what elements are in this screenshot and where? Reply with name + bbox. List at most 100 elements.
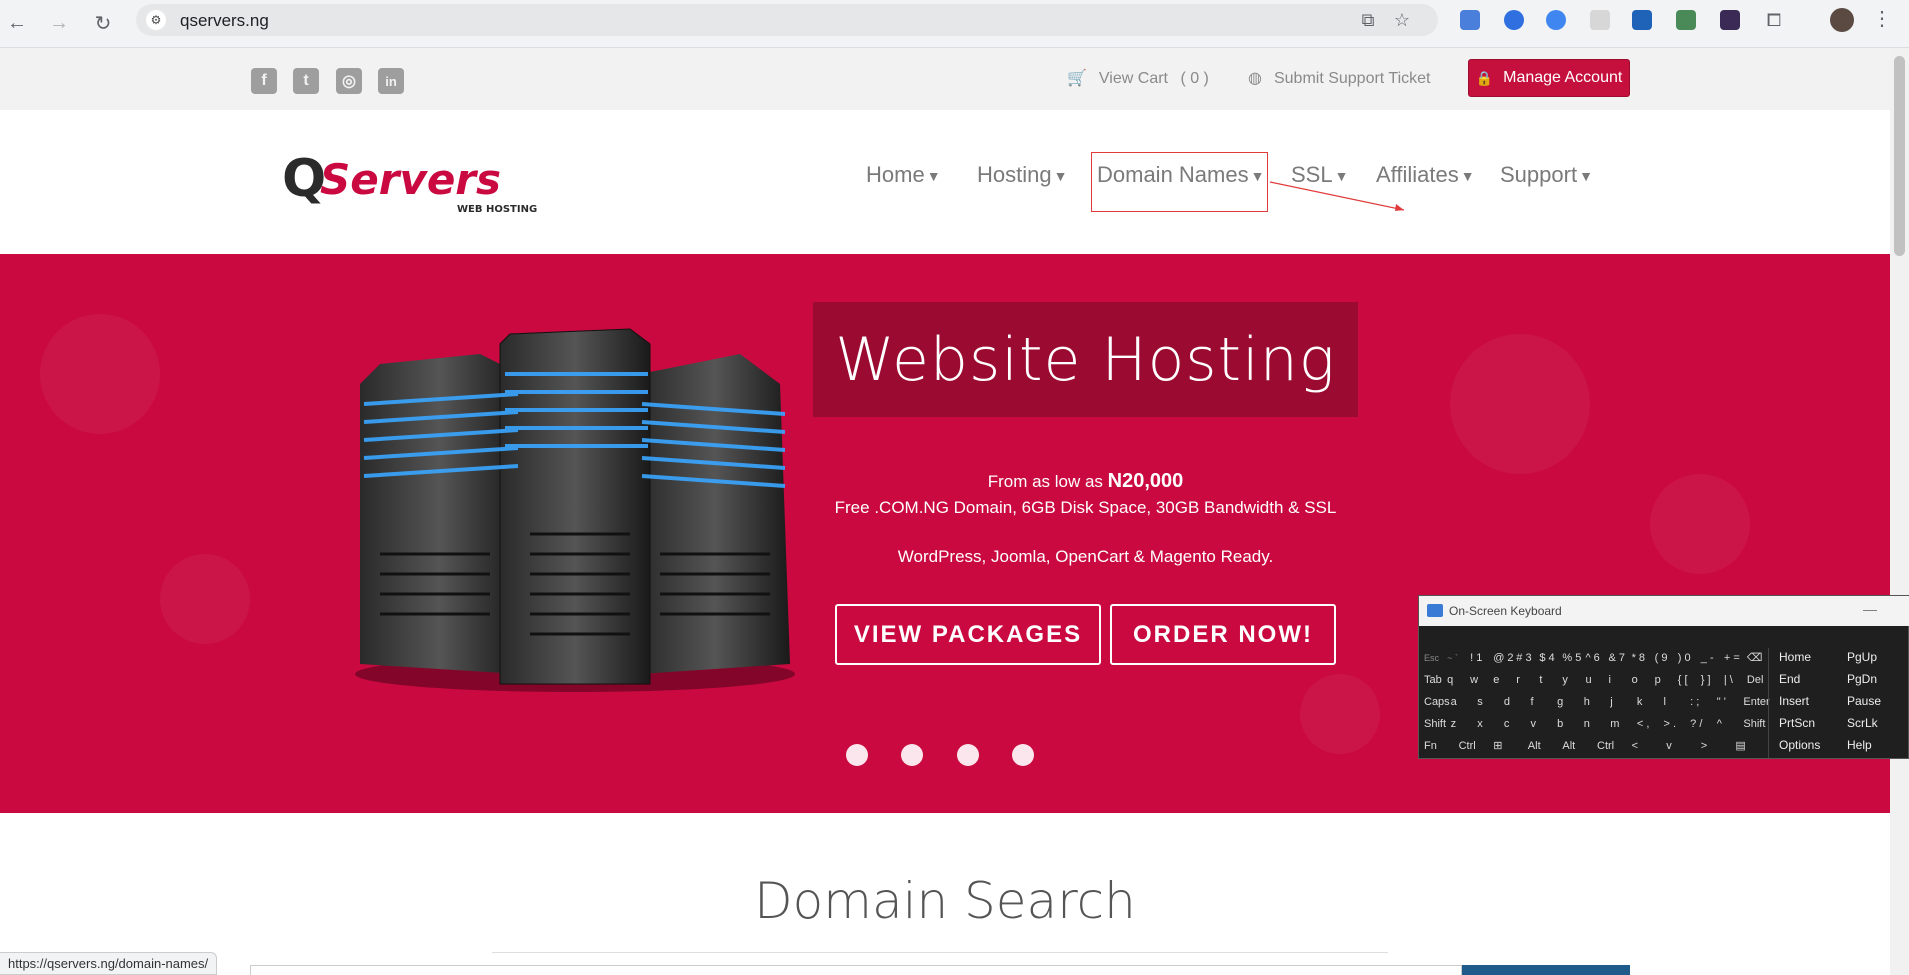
osk-key[interactable]: ( 9 bbox=[1652, 648, 1668, 668]
osk-key[interactable]: k bbox=[1634, 692, 1643, 712]
osk-key[interactable]: { [ bbox=[1675, 670, 1688, 690]
osk-key[interactable]: Ctrl bbox=[1456, 736, 1476, 756]
osk-key[interactable]: t bbox=[1536, 670, 1542, 690]
extensions-puzzle-icon[interactable]: ⧠ bbox=[1764, 10, 1784, 30]
osk-key[interactable]: z bbox=[1448, 714, 1457, 734]
osk-key[interactable]: e bbox=[1490, 670, 1499, 690]
osk-key[interactable]: Ctrl bbox=[1594, 736, 1614, 756]
osk-key[interactable]: ! 1 bbox=[1467, 648, 1482, 668]
osk-key[interactable]: > . bbox=[1661, 714, 1677, 734]
nav-hosting[interactable]: Hosting ▼ bbox=[977, 162, 1067, 188]
twitter-icon[interactable]: t bbox=[293, 68, 319, 94]
osk-nav-key[interactable]: Help bbox=[1847, 738, 1872, 752]
osk-nav-key[interactable]: ScrLk bbox=[1847, 716, 1878, 730]
osk-key[interactable]: l bbox=[1661, 692, 1666, 712]
osk-key[interactable]: g bbox=[1554, 692, 1563, 712]
carousel-dot[interactable] bbox=[901, 744, 923, 766]
domain-search-input[interactable] bbox=[250, 965, 1462, 975]
osk-key[interactable]: ~ ` bbox=[1444, 648, 1458, 668]
osk-key[interactable]: # 3 bbox=[1513, 648, 1531, 668]
osk-key[interactable]: | \ bbox=[1721, 670, 1733, 690]
address-bar[interactable]: ⚙ qservers.ng ⧉ ☆ bbox=[136, 4, 1438, 36]
osk-key[interactable]: > bbox=[1698, 736, 1707, 756]
profile-avatar[interactable] bbox=[1830, 8, 1854, 32]
back-icon[interactable]: ← bbox=[2, 8, 32, 38]
extension-icon[interactable] bbox=[1546, 10, 1566, 30]
osk-key[interactable]: d bbox=[1501, 692, 1510, 712]
forward-icon[interactable]: → bbox=[44, 8, 74, 38]
osk-key[interactable]: h bbox=[1581, 692, 1590, 712]
osk-key[interactable]: ⊞ bbox=[1490, 736, 1502, 756]
nav-home[interactable]: Home ▼ bbox=[866, 162, 941, 188]
osk-nav-key[interactable]: PgUp bbox=[1847, 650, 1877, 664]
support-ticket-link[interactable]: ◍ Submit Support Ticket bbox=[1248, 68, 1430, 88]
linkedin-icon[interactable]: in bbox=[378, 68, 404, 94]
carousel-dot[interactable] bbox=[846, 744, 868, 766]
osk-key[interactable]: ^ bbox=[1714, 714, 1722, 734]
osk-key[interactable]: " ' bbox=[1714, 692, 1726, 712]
osk-key[interactable]: Alt bbox=[1559, 736, 1575, 756]
osk-key[interactable]: ^ 6 bbox=[1582, 648, 1599, 668]
osk-nav-key[interactable]: Options bbox=[1779, 738, 1820, 752]
reload-icon[interactable]: ↻ bbox=[88, 8, 118, 38]
osk-key[interactable]: ) 0 bbox=[1675, 648, 1691, 668]
extension-icon[interactable] bbox=[1676, 10, 1696, 30]
extension-icon[interactable] bbox=[1504, 10, 1524, 30]
osk-key[interactable]: c bbox=[1501, 714, 1510, 734]
screenshot-icon[interactable]: ⧉ bbox=[1358, 10, 1378, 30]
menu-kebab-icon[interactable]: ⋮ bbox=[1872, 6, 1892, 31]
osk-key[interactable]: Esc bbox=[1421, 648, 1439, 668]
osk-key[interactable]: p bbox=[1652, 670, 1661, 690]
osk-key[interactable]: $ 4 bbox=[1536, 648, 1554, 668]
osk-key[interactable]: Caps bbox=[1421, 692, 1450, 712]
osk-key[interactable]: * 8 bbox=[1629, 648, 1645, 668]
osk-key[interactable]: Enter bbox=[1740, 692, 1769, 712]
osk-nav-key[interactable]: Pause bbox=[1847, 694, 1881, 708]
extension-icon[interactable] bbox=[1632, 10, 1652, 30]
facebook-icon[interactable]: f bbox=[251, 68, 277, 94]
minimize-icon[interactable]: — bbox=[1863, 601, 1877, 617]
osk-nav-key[interactable]: PrtScn bbox=[1779, 716, 1815, 730]
osk-key[interactable]: @ 2 bbox=[1490, 648, 1513, 668]
osk-key[interactable]: Shift bbox=[1421, 714, 1446, 734]
view-packages-button[interactable]: VIEW PACKAGES bbox=[835, 604, 1101, 665]
osk-key[interactable]: i bbox=[1606, 670, 1611, 690]
osk-key[interactable]: _ - bbox=[1698, 648, 1714, 668]
osk-key[interactable]: Alt bbox=[1525, 736, 1541, 756]
instagram-icon[interactable]: ◎ bbox=[336, 68, 362, 94]
view-cart-link[interactable]: 🛒 View Cart ( 0 ) bbox=[1067, 68, 1209, 88]
carousel-dot[interactable] bbox=[1012, 744, 1034, 766]
translate-extension-icon[interactable] bbox=[1460, 10, 1480, 30]
osk-key[interactable]: Shift bbox=[1740, 714, 1765, 734]
osk-key[interactable]: s bbox=[1474, 692, 1483, 712]
scrollbar-thumb[interactable] bbox=[1894, 56, 1905, 256]
osk-key[interactable]: q bbox=[1444, 670, 1453, 690]
osk-nav-key[interactable]: Home bbox=[1779, 650, 1811, 664]
osk-nav-key[interactable]: PgDn bbox=[1847, 672, 1877, 686]
osk-key[interactable]: } ] bbox=[1698, 670, 1711, 690]
url-text[interactable]: qservers.ng bbox=[180, 11, 269, 31]
osk-key[interactable]: v bbox=[1663, 736, 1672, 756]
osk-key[interactable]: r bbox=[1513, 670, 1520, 690]
osk-key[interactable]: o bbox=[1629, 670, 1638, 690]
carousel-dot[interactable] bbox=[957, 744, 979, 766]
osk-key[interactable]: u bbox=[1582, 670, 1591, 690]
site-info-icon[interactable]: ⚙ bbox=[146, 10, 166, 30]
osk-key[interactable]: v bbox=[1527, 714, 1536, 734]
osk-key[interactable]: < bbox=[1629, 736, 1638, 756]
domain-search-button[interactable] bbox=[1462, 965, 1630, 975]
osk-key[interactable]: x bbox=[1474, 714, 1483, 734]
order-now-button[interactable]: ORDER NOW! bbox=[1110, 604, 1336, 665]
qservers-logo[interactable]: Q Servers WEB HOSTING bbox=[282, 150, 542, 216]
osk-key[interactable]: % 5 bbox=[1559, 648, 1581, 668]
osk-key[interactable]: n bbox=[1581, 714, 1590, 734]
page-scrollbar[interactable] bbox=[1890, 48, 1909, 975]
osk-key[interactable]: m bbox=[1607, 714, 1619, 734]
osk-key[interactable]: Fn bbox=[1421, 736, 1437, 756]
on-screen-keyboard[interactable]: On-Screen Keyboard — Esc ~ ` ! 1 @ 2 # 3 $ 4%… bbox=[1418, 595, 1909, 759]
extension-icon[interactable] bbox=[1590, 10, 1610, 30]
osk-key[interactable]: Del bbox=[1744, 670, 1764, 690]
osk-key[interactable]: f bbox=[1527, 692, 1533, 712]
osk-key[interactable]: ? / bbox=[1687, 714, 1702, 734]
osk-key[interactable]: + = bbox=[1721, 648, 1740, 668]
